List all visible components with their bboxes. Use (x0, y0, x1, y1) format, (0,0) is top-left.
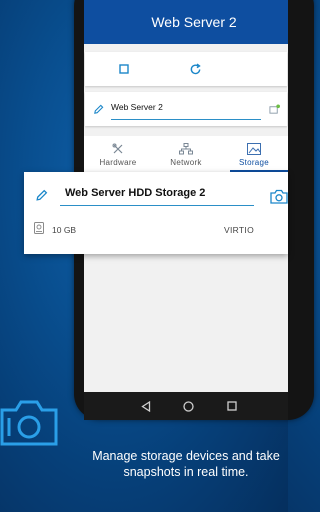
home-button[interactable] (182, 399, 196, 413)
console-button[interactable] (265, 100, 283, 118)
wrench-screwdriver-icon (112, 143, 123, 154)
server-name-input[interactable]: Web Server 2 (111, 100, 261, 120)
back-button[interactable] (139, 399, 153, 413)
recents-square-icon (227, 401, 237, 411)
tab-network-label: Network (170, 158, 202, 167)
android-nav-bar (84, 392, 288, 420)
tab-storage[interactable]: Storage (220, 136, 288, 172)
pencil-icon (35, 189, 47, 201)
tab-bar: Hardware Network Storage (84, 136, 288, 172)
feature-caption: Manage storage devices and take snapshot… (92, 449, 280, 479)
tab-hardware[interactable]: Hardware (84, 136, 152, 172)
back-triangle-icon (140, 400, 150, 412)
edit-storage-name-button[interactable] (32, 186, 50, 204)
storage-size: 10 GB (52, 225, 77, 235)
tab-hardware-label: Hardware (99, 158, 137, 167)
home-circle-icon (183, 400, 195, 412)
hard-disk-icon (34, 222, 44, 234)
tab-network[interactable]: Network (152, 136, 220, 172)
console-icon (268, 103, 280, 114)
actions-card (85, 52, 287, 86)
restart-button[interactable] (186, 60, 204, 78)
refresh-icon (190, 63, 201, 74)
network-icon (179, 143, 193, 155)
storage-device-card[interactable]: Web Server HDD Storage 2 10 GB VIRTIO (24, 172, 288, 254)
storage-bus-type: VIRTIO (224, 225, 254, 235)
pencil-icon (93, 104, 103, 114)
stop-button[interactable] (115, 60, 133, 78)
stop-icon (119, 64, 129, 74)
app-bar: Web Server 2 (84, 0, 288, 44)
tab-storage-label: Storage (238, 158, 270, 167)
snapshot-button[interactable] (270, 187, 288, 205)
app-title: Web Server 2 (151, 14, 237, 30)
storage-name-input[interactable]: Web Server HDD Storage 2 (60, 184, 254, 206)
camera-icon (0, 400, 58, 446)
camera-icon (270, 189, 288, 204)
storage-image-icon (247, 143, 261, 155)
recents-button[interactable] (225, 399, 239, 413)
name-card: Web Server 2 (85, 92, 287, 126)
edit-name-button[interactable] (89, 100, 107, 118)
